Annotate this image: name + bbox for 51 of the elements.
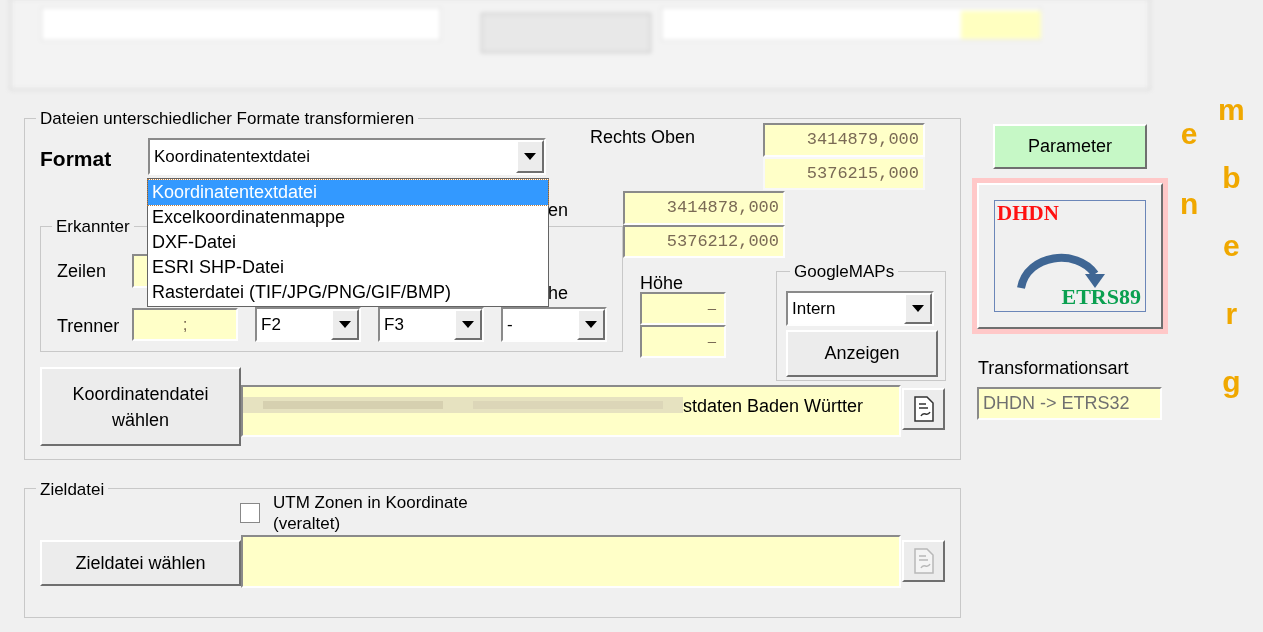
format-option[interactable]: Rasterdatei (TIF/JPG/PNG/GIF/BMP)	[148, 280, 548, 305]
source-system-label: DHDN	[997, 203, 1059, 224]
document-icon	[911, 548, 936, 574]
target-file-field[interactable]	[241, 535, 901, 588]
bottom-left-label: en	[548, 199, 569, 222]
vertical-letter: e	[1180, 116, 1198, 152]
vertical-letter: r	[1225, 296, 1238, 332]
top-right-x-field[interactable]: 3414879,000	[763, 123, 925, 157]
group-title: Zieldatei	[36, 481, 109, 498]
document-icon	[911, 396, 936, 422]
vertical-letter: b	[1222, 160, 1241, 196]
format-option[interactable]: Excelkoordinatenmappe	[148, 205, 548, 230]
rows-label: Zeilen	[57, 260, 107, 283]
top-right-label: Rechts Oben	[590, 126, 696, 149]
transformation-type-field[interactable]: DHDN -> ETRS32	[977, 387, 1162, 420]
target-system-label: ETRS89	[1061, 286, 1141, 308]
format-option[interactable]: DXF-Datei	[148, 230, 548, 255]
format-label: Format	[40, 146, 112, 172]
bottom-left-x-field[interactable]: 3414878,000	[623, 191, 785, 225]
vertical-letter: n	[1180, 186, 1199, 222]
source-file-path: stdaten Baden Württer	[683, 395, 864, 418]
column-dropdown[interactable]: -	[501, 307, 607, 342]
transformation-type-label: Transformationsart	[978, 357, 1129, 380]
group-title: Erkannter	[52, 218, 134, 235]
column-dropdown[interactable]: F2	[255, 307, 361, 342]
separator-label: Trenner	[57, 315, 120, 338]
utm-checkbox-label: UTM Zonen in Koordinate (veraltet)	[273, 492, 468, 534]
utm-checkbox[interactable]	[240, 503, 260, 523]
choose-coordinate-file-button[interactable]: Koordinatendatei wählen	[40, 367, 241, 446]
separator-field[interactable]: ;	[132, 308, 238, 341]
column-dropdown[interactable]: F3	[378, 307, 484, 342]
group-title: GoogleMAPs	[790, 263, 899, 280]
open-target-file-button[interactable]	[902, 540, 945, 582]
format-option[interactable]: ESRI SHP-Datei	[148, 255, 548, 280]
height-label: Höhe	[640, 272, 684, 295]
show-map-button[interactable]: Anzeigen	[786, 330, 938, 377]
group-title: Dateien unterschiedlicher Formate transformieren	[36, 110, 419, 127]
top-right-y-field[interactable]: 5376215,000	[763, 157, 925, 190]
column-label: he	[548, 282, 569, 305]
source-file-field[interactable]: stdaten Baden Württer	[241, 385, 901, 437]
bottom-left-y-field[interactable]: 5376212,000	[623, 225, 785, 258]
height-field[interactable]: –	[640, 325, 726, 358]
vertical-letter: m	[1218, 92, 1245, 128]
vertical-letter: g	[1222, 364, 1241, 400]
format-dropdown[interactable]: Koordinatentextdatei	[148, 138, 546, 175]
parameter-button[interactable]: Parameter	[993, 124, 1147, 169]
map-mode-dropdown[interactable]: Intern	[786, 291, 934, 326]
height-field[interactable]: –	[640, 292, 726, 325]
open-file-button[interactable]	[902, 388, 945, 430]
vertical-letter: e	[1223, 228, 1240, 264]
choose-target-file-button[interactable]: Zieldatei wählen	[40, 540, 241, 586]
